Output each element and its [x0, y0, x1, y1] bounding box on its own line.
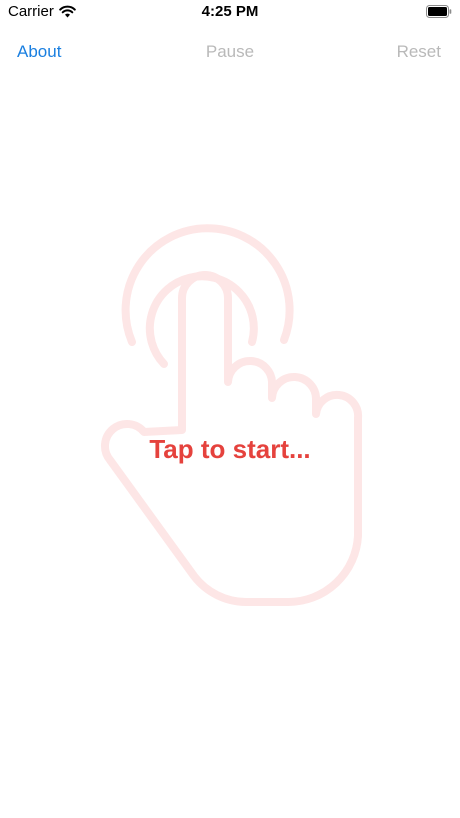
status-bar: Carrier 4:25 PM	[0, 0, 460, 26]
battery-icon	[426, 5, 452, 18]
app-screen: Carrier 4:25 PM About Pause Reset Tap to…	[0, 0, 460, 818]
status-time: 4:25 PM	[201, 3, 259, 20]
pause-button-wrapper: Pause	[0, 42, 460, 62]
tap-to-start-label: Tap to start...	[149, 434, 311, 464]
navigation-bar: About Pause Reset	[0, 36, 460, 68]
pause-button[interactable]: Pause	[206, 42, 254, 61]
tap-hand-icon	[100, 224, 363, 606]
reset-button[interactable]: Reset	[397, 42, 441, 62]
tap-to-start-area[interactable]: Tap to start...	[0, 80, 460, 818]
about-button[interactable]: About	[17, 42, 61, 62]
